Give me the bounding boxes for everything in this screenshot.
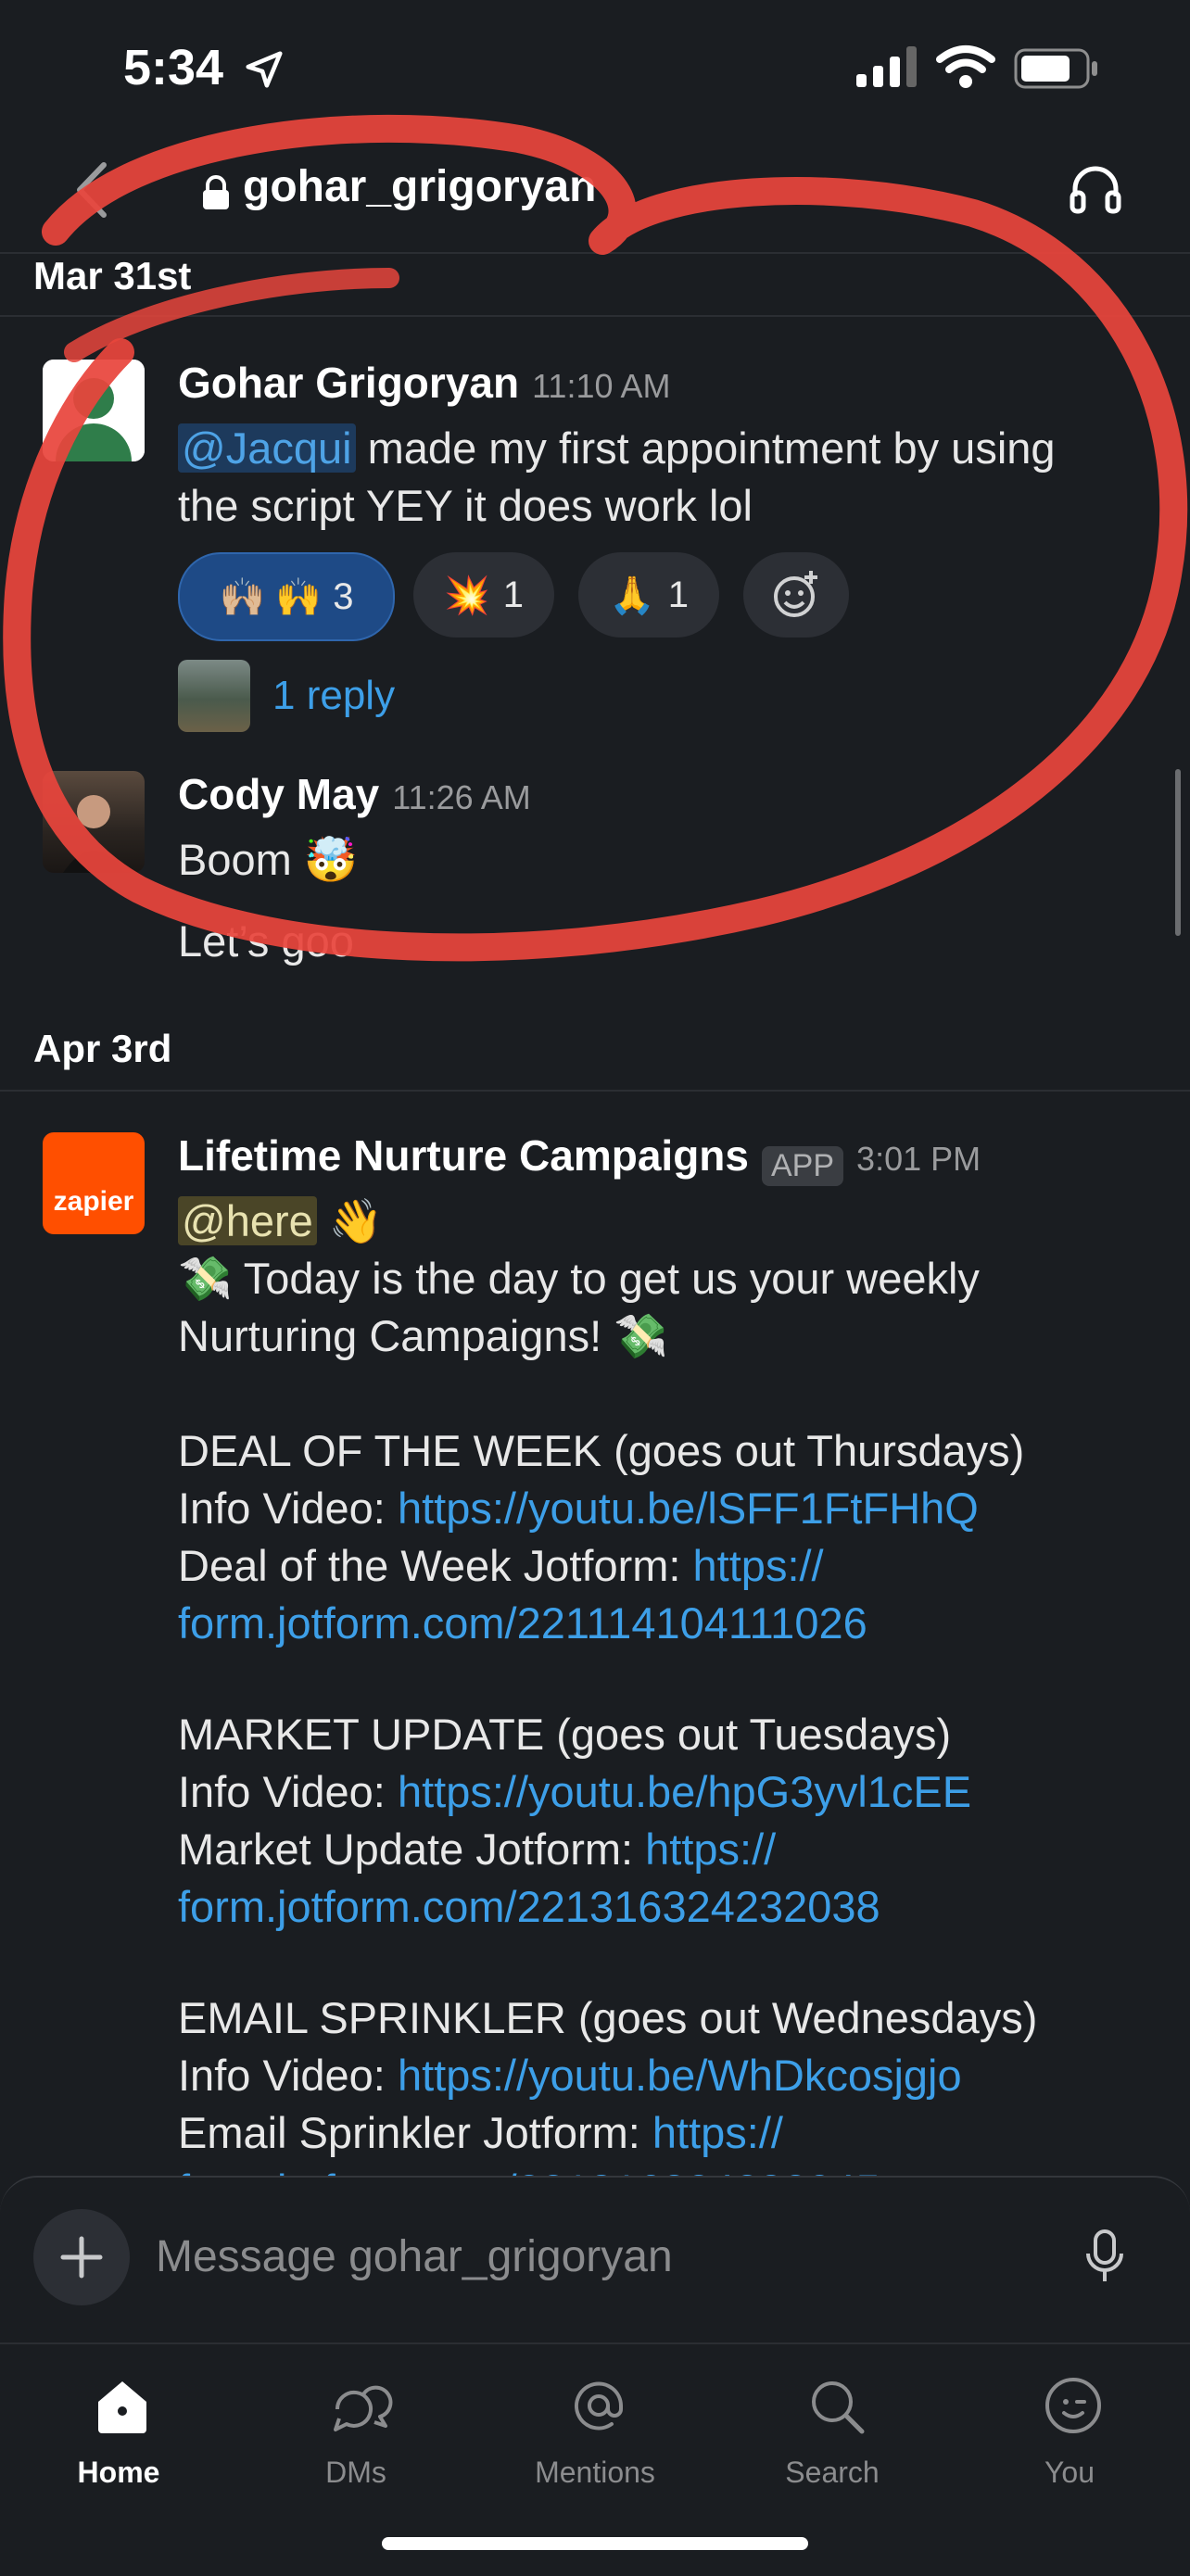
- message-text: 💸 Today is the day to get us your weekly: [178, 1254, 980, 1303]
- message-text: Info Video: https://youtu.be/hpG3yvl1cEE: [178, 1767, 972, 1816]
- location-arrow-icon: [246, 51, 283, 88]
- market-form-link[interactable]: form.jotform.com/221316324232038: [178, 1881, 880, 1932]
- back-chevron-icon[interactable]: [67, 158, 122, 222]
- email-video-link[interactable]: https://youtu.be/WhDkcosjgjo: [398, 2051, 962, 2100]
- message-text: Email Sprinkler Jotform: https://: [178, 2108, 783, 2157]
- deal-form-link[interactable]: form.jotform.com/221114104111026: [178, 1597, 867, 1648]
- reaction-folded-hands[interactable]: 🙏 1: [578, 552, 719, 638]
- message-text: @here 👋: [178, 1195, 383, 1247]
- app-badge: APP: [762, 1146, 844, 1187]
- author-name[interactable]: Gohar Grigoryan: [178, 359, 519, 407]
- message-timestamp: 11:10 AM: [532, 367, 671, 405]
- zapier-avatar[interactable]: zapier: [43, 1132, 145, 1234]
- user-mention[interactable]: @Jacqui: [178, 423, 356, 473]
- microphone-icon[interactable]: [1082, 2228, 1127, 2287]
- divider-line: [0, 315, 1190, 317]
- message-text: Market Update Jotform: https://: [178, 1825, 777, 1874]
- divider-line: [0, 1090, 1190, 1092]
- section-title: DEAL OF THE WEEK (goes out Thursdays): [178, 1426, 1025, 1475]
- lock-icon: [203, 175, 229, 209]
- message-timestamp: 11:26 AM: [392, 778, 531, 816]
- channel-title[interactable]: gohar_grigoryan: [243, 161, 596, 212]
- message-text: Let’s goo: [178, 916, 354, 966]
- add-attachment-button[interactable]: [33, 2209, 130, 2305]
- date-divider: Apr 3rd: [33, 1027, 172, 1070]
- plus-icon: [60, 2236, 103, 2279]
- message-header: Lifetime Nurture Campaigns APP 3:01 PM: [178, 1130, 981, 1187]
- add-reaction-icon: [774, 571, 817, 617]
- reaction-raised-hands[interactable]: 🙌🏼 🙌 3: [178, 552, 395, 641]
- message-input[interactable]: Message gohar_grigoryan: [156, 2231, 673, 2282]
- avatar[interactable]: [43, 771, 145, 873]
- market-form-link[interactable]: https://: [645, 1825, 776, 1874]
- channel-header: gohar_grigoryan: [0, 139, 1190, 254]
- message-text: Nurturing Campaigns! 💸: [178, 1311, 668, 1360]
- cellular-signal-icon: [856, 46, 917, 87]
- section-title: EMAIL SPRINKLER (goes out Wednesdays): [178, 1993, 1038, 2042]
- section-title: MARKET UPDATE (goes out Tuesdays): [178, 1710, 952, 1759]
- message-text: Deal of the Week Jotform: https://: [178, 1541, 824, 1590]
- wifi-icon: [936, 45, 995, 88]
- status-bar: 5:34: [0, 0, 1190, 139]
- market-video-link[interactable]: https://youtu.be/hpG3yvl1cEE: [398, 1767, 971, 1816]
- author-name[interactable]: Lifetime Nurture Campaigns: [178, 1131, 749, 1180]
- here-mention[interactable]: @here: [178, 1196, 317, 1245]
- message-composer: Message gohar_grigoryan: [0, 2176, 1190, 2344]
- message-text: the script YEY it does work lol: [178, 481, 753, 530]
- tab-home[interactable]: Home: [17, 2344, 221, 2530]
- message-header: Gohar Grigoryan 11:10 AM: [178, 358, 671, 408]
- home-icon: [98, 2381, 146, 2433]
- deal-video-link[interactable]: https://youtu.be/lSFF1FtFHhQ: [398, 1484, 979, 1533]
- message-timestamp: 3:01 PM: [856, 1140, 981, 1178]
- tab-dms[interactable]: DMs: [254, 2344, 458, 2530]
- zapier-logo-text: zapier: [53, 1186, 134, 1217]
- reaction-collision[interactable]: 💥 1: [413, 552, 554, 638]
- tab-mentions[interactable]: Mentions: [493, 2344, 697, 2530]
- message-text: @Jacqui made my first appointment by usi…: [178, 423, 1056, 474]
- at-icon: [575, 2381, 623, 2431]
- date-divider: Mar 31st: [33, 254, 192, 297]
- battery-icon: [1014, 48, 1097, 89]
- message-text: Info Video: https://youtu.be/WhDkcosjgjo: [178, 2051, 962, 2100]
- scrollbar[interactable]: [1175, 769, 1181, 936]
- search-icon: [812, 2381, 865, 2434]
- author-name[interactable]: Cody May: [178, 770, 379, 818]
- tab-search[interactable]: Search: [730, 2344, 934, 2530]
- email-form-link[interactable]: https://: [652, 2108, 783, 2157]
- add-reaction-button[interactable]: [743, 552, 849, 638]
- message-header: Cody May 11:26 AM: [178, 769, 531, 819]
- thread-replies-link[interactable]: 1 reply: [272, 673, 395, 719]
- default-user-avatar-icon: [43, 360, 145, 461]
- dms-icon: [334, 2385, 393, 2431]
- deal-form-link[interactable]: https://: [693, 1541, 824, 1590]
- reply-avatar: [178, 660, 250, 732]
- home-indicator: [382, 2537, 808, 2550]
- tab-you[interactable]: You: [968, 2344, 1171, 2530]
- status-time: 5:34: [123, 40, 224, 95]
- message-text: Info Video: https://youtu.be/lSFF1FtFHhQ: [178, 1484, 979, 1533]
- headphones-icon[interactable]: [1068, 161, 1123, 217]
- you-icon: [1045, 2378, 1101, 2433]
- profile-photo: [63, 795, 124, 873]
- avatar[interactable]: [43, 360, 145, 461]
- message-text: Boom 🤯: [178, 835, 359, 884]
